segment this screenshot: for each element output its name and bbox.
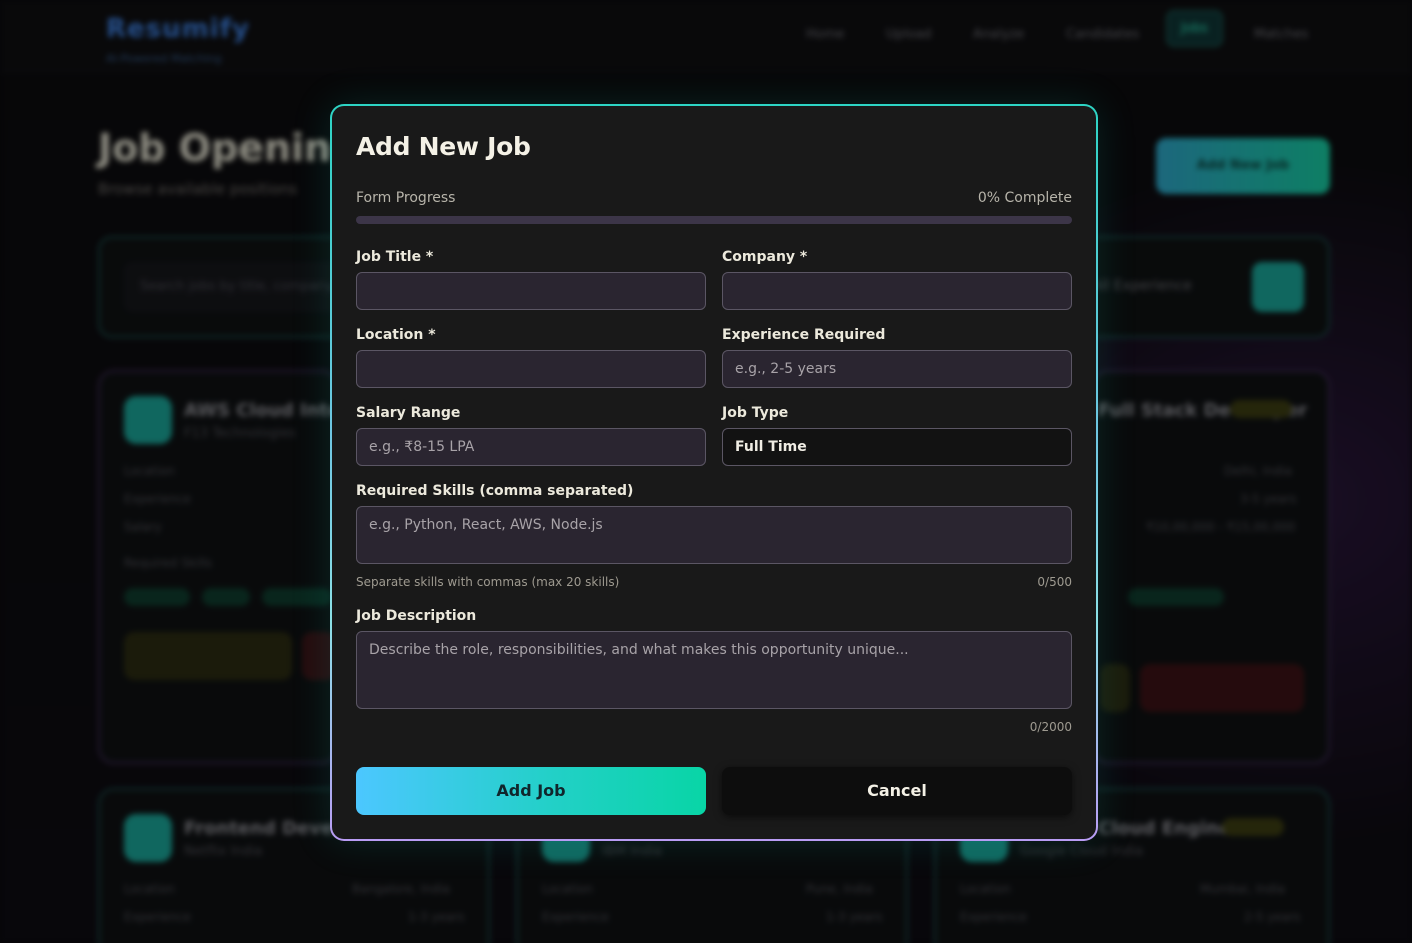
job-title-input[interactable] xyxy=(356,272,706,310)
salary-range-label: Salary Range xyxy=(356,405,461,421)
skills-char-counter: 0/500 xyxy=(1037,575,1072,589)
location-label: Location * xyxy=(356,327,436,343)
company-label: Company * xyxy=(722,249,808,265)
job-description-label: Job Description xyxy=(356,608,477,624)
add-job-modal: Add New Job Form Progress 0% Complete Jo… xyxy=(330,104,1098,841)
job-description-textarea[interactable] xyxy=(356,631,1072,709)
experience-required-label: Experience Required xyxy=(722,327,886,343)
required-skills-textarea[interactable] xyxy=(356,506,1072,564)
form-progress-percent: 0% Complete xyxy=(977,190,1072,206)
required-skills-label: Required Skills (comma separated) xyxy=(356,483,634,499)
job-type-select[interactable]: Full Time xyxy=(722,428,1072,466)
company-input[interactable] xyxy=(722,272,1072,310)
cancel-button[interactable]: Cancel xyxy=(722,767,1072,815)
job-title-label: Job Title * xyxy=(356,249,434,265)
modal-title: Add New Job xyxy=(356,132,531,161)
form-progress-bar xyxy=(356,216,1072,224)
add-job-button[interactable]: Add Job xyxy=(356,767,706,815)
add-job-dialog: Add New Job Form Progress 0% Complete Jo… xyxy=(332,106,1096,839)
location-input[interactable] xyxy=(356,350,706,388)
description-char-counter: 0/2000 xyxy=(1029,720,1072,734)
experience-required-input[interactable] xyxy=(722,350,1072,388)
skills-hint: Separate skills with commas (max 20 skil… xyxy=(356,575,620,589)
form-progress-label: Form Progress xyxy=(356,190,456,206)
salary-range-input[interactable] xyxy=(356,428,706,466)
job-type-label: Job Type xyxy=(722,405,789,421)
